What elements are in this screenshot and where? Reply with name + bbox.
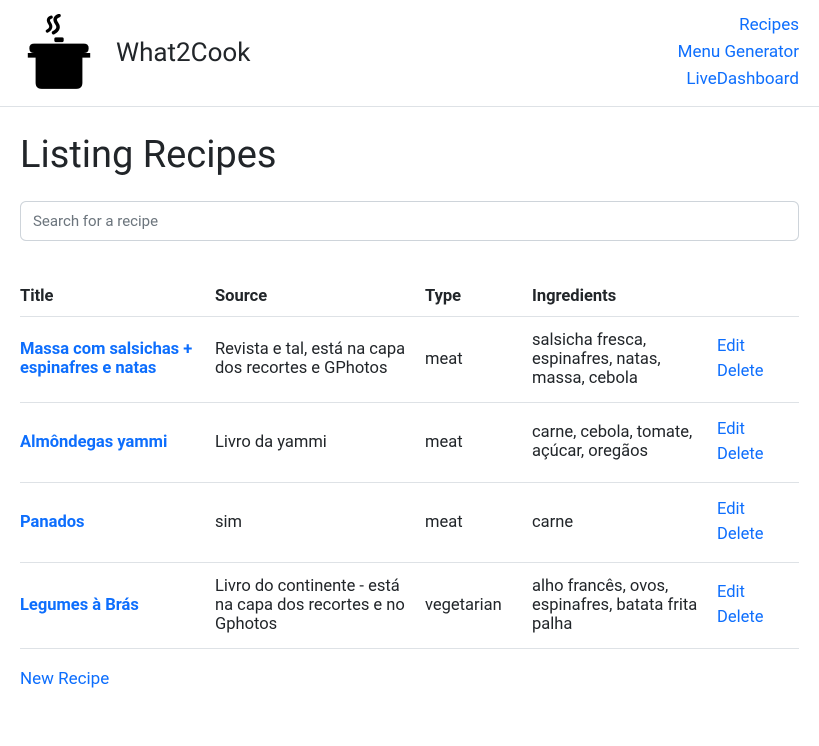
row-actions: Edit Delete bbox=[717, 482, 799, 562]
nav-link-menu-generator[interactable]: Menu Generator bbox=[678, 39, 799, 66]
recipe-source: sim bbox=[215, 482, 425, 562]
pot-icon bbox=[20, 14, 98, 92]
nav-link-live-dashboard[interactable]: LiveDashboard bbox=[678, 66, 799, 93]
recipe-source: Revista e tal, está na capa dos recortes… bbox=[215, 316, 425, 402]
recipe-source: Livro da yammi bbox=[215, 402, 425, 482]
col-header-type: Type bbox=[425, 277, 532, 317]
recipe-title-link[interactable]: Almôndegas yammi bbox=[20, 433, 167, 452]
col-header-title: Title bbox=[20, 277, 215, 317]
main: Listing Recipes Title Source Type Ingred… bbox=[0, 107, 819, 709]
table-row: Panados sim meat carne Edit Delete bbox=[20, 482, 799, 562]
nav: Recipes Menu Generator LiveDashboard bbox=[678, 12, 799, 94]
recipe-ingredients: carne bbox=[532, 482, 717, 562]
edit-link[interactable]: Edit bbox=[717, 580, 799, 606]
recipe-ingredients: salsicha fresca, espinafres, natas, mass… bbox=[532, 316, 717, 402]
search-input[interactable] bbox=[20, 201, 799, 241]
recipe-type: meat bbox=[425, 402, 532, 482]
table-row: Almôndegas yammi Livro da yammi meat car… bbox=[20, 402, 799, 482]
header: What2Cook Recipes Menu Generator LiveDas… bbox=[0, 0, 819, 107]
table-row: Massa com salsichas + espinafres e natas… bbox=[20, 316, 799, 402]
new-recipe-link[interactable]: New Recipe bbox=[20, 669, 109, 689]
brand: What2Cook bbox=[20, 14, 250, 92]
delete-link[interactable]: Delete bbox=[717, 605, 799, 631]
recipe-title-link[interactable]: Massa com salsichas + espinafres e natas bbox=[20, 340, 192, 378]
row-actions: Edit Delete bbox=[717, 402, 799, 482]
col-header-source: Source bbox=[215, 277, 425, 317]
col-header-ingredients: Ingredients bbox=[532, 277, 717, 317]
edit-link[interactable]: Edit bbox=[717, 417, 799, 443]
edit-link[interactable]: Edit bbox=[717, 334, 799, 360]
edit-link[interactable]: Edit bbox=[717, 497, 799, 523]
brand-title: What2Cook bbox=[116, 38, 250, 68]
recipe-type: meat bbox=[425, 316, 532, 402]
recipe-ingredients: carne, cebola, tomate, açúcar, oregãos bbox=[532, 402, 717, 482]
delete-link[interactable]: Delete bbox=[717, 522, 799, 548]
recipe-source: Livro do continente - está na capa dos r… bbox=[215, 562, 425, 648]
delete-link[interactable]: Delete bbox=[717, 359, 799, 385]
col-header-actions bbox=[717, 277, 799, 317]
nav-link-recipes[interactable]: Recipes bbox=[678, 12, 799, 39]
row-actions: Edit Delete bbox=[717, 316, 799, 402]
recipe-type: meat bbox=[425, 482, 532, 562]
recipe-title-link[interactable]: Legumes à Brás bbox=[20, 596, 139, 615]
table-row: Legumes à Brás Livro do continente - est… bbox=[20, 562, 799, 648]
table-header-row: Title Source Type Ingredients bbox=[20, 277, 799, 317]
row-actions: Edit Delete bbox=[717, 562, 799, 648]
recipe-ingredients: alho francês, ovos, espinafres, batata f… bbox=[532, 562, 717, 648]
delete-link[interactable]: Delete bbox=[717, 442, 799, 468]
page-title: Listing Recipes bbox=[20, 133, 799, 177]
recipe-type: vegetarian bbox=[425, 562, 532, 648]
recipes-table: Title Source Type Ingredients Massa com … bbox=[20, 277, 799, 649]
recipe-title-link[interactable]: Panados bbox=[20, 513, 85, 532]
